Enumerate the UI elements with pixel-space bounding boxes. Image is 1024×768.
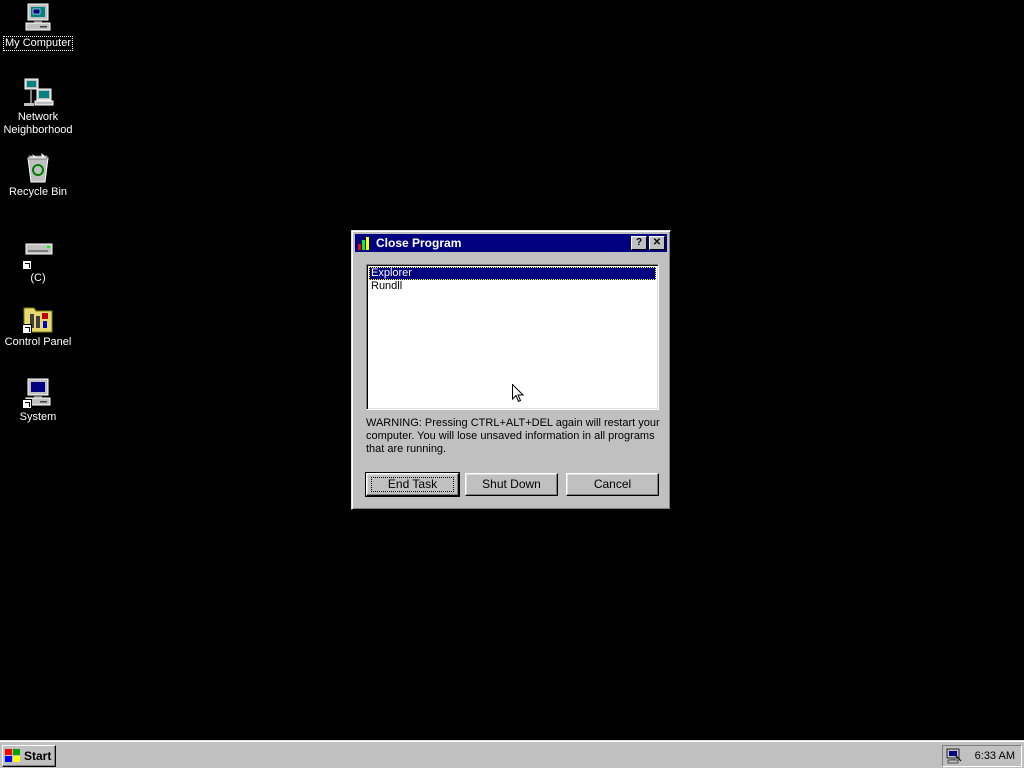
close-program-icon xyxy=(358,236,372,250)
list-item[interactable]: Explorer xyxy=(369,267,656,280)
desktop-icon-system[interactable]: System xyxy=(0,377,76,424)
windows-logo-icon xyxy=(5,749,21,763)
end-task-button[interactable]: End Task xyxy=(365,472,460,497)
cancel-label: Cancel xyxy=(593,477,632,491)
desktop-icon-label: My Computer xyxy=(2,36,74,51)
close-program-dialog: Close Program ? ✕ Explorer Rundll WARNIN… xyxy=(351,230,671,510)
drive-c-icon xyxy=(22,238,54,270)
shut-down-button[interactable]: Shut Down xyxy=(465,473,558,496)
desktop-icon-label: Recycle Bin xyxy=(8,186,68,198)
taskbar: Start 6:33 AM xyxy=(0,740,1024,768)
desktop-icon-label: Control Panel xyxy=(4,336,72,348)
desktop-icon-label: (C) xyxy=(30,272,46,284)
shortcut-arrow-icon xyxy=(22,399,32,409)
desktop-icon-recycle-bin[interactable]: Recycle Bin xyxy=(0,152,76,199)
desktop: My Computer Network Neighborhood Recycle… xyxy=(0,0,1024,740)
mouse-pointer-icon xyxy=(512,384,524,403)
network-neighborhood-icon xyxy=(22,77,54,109)
restart-warning-text: WARNING: Pressing CTRL+ALT+DEL again wil… xyxy=(366,417,660,455)
system-tray: 6:33 AM xyxy=(942,745,1022,767)
desktop-icon-label: Network Neighborhood xyxy=(3,111,73,136)
shut-down-label: Shut Down xyxy=(482,477,541,491)
desktop-icon-control-panel[interactable]: Control Panel xyxy=(0,302,76,349)
taskbar-clock[interactable]: 6:33 AM xyxy=(975,750,1015,762)
desktop-icon-label: System xyxy=(19,411,57,423)
start-button[interactable]: Start xyxy=(2,745,56,767)
control-panel-icon xyxy=(22,302,54,334)
close-button[interactable]: ✕ xyxy=(649,236,665,250)
desktop-icon-drive-c[interactable]: (C) xyxy=(0,238,76,285)
help-button[interactable]: ? xyxy=(631,236,647,250)
display-settings-tray-icon[interactable] xyxy=(946,748,962,764)
dialog-titlebar[interactable]: Close Program ? ✕ xyxy=(355,234,667,252)
list-item[interactable]: Rundll xyxy=(369,280,656,293)
dialog-title: Close Program xyxy=(376,236,462,250)
shortcut-arrow-icon xyxy=(22,260,32,270)
recycle-bin-icon xyxy=(22,152,54,184)
end-task-label: End Task xyxy=(370,477,455,492)
my-computer-icon xyxy=(22,2,54,34)
desktop-icon-network-neighborhood[interactable]: Network Neighborhood xyxy=(0,77,76,137)
cancel-button[interactable]: Cancel xyxy=(566,473,659,496)
start-label: Start xyxy=(24,749,52,763)
desktop-icon-my-computer[interactable]: My Computer xyxy=(0,2,76,51)
system-icon xyxy=(22,377,54,409)
shortcut-arrow-icon xyxy=(22,324,32,334)
